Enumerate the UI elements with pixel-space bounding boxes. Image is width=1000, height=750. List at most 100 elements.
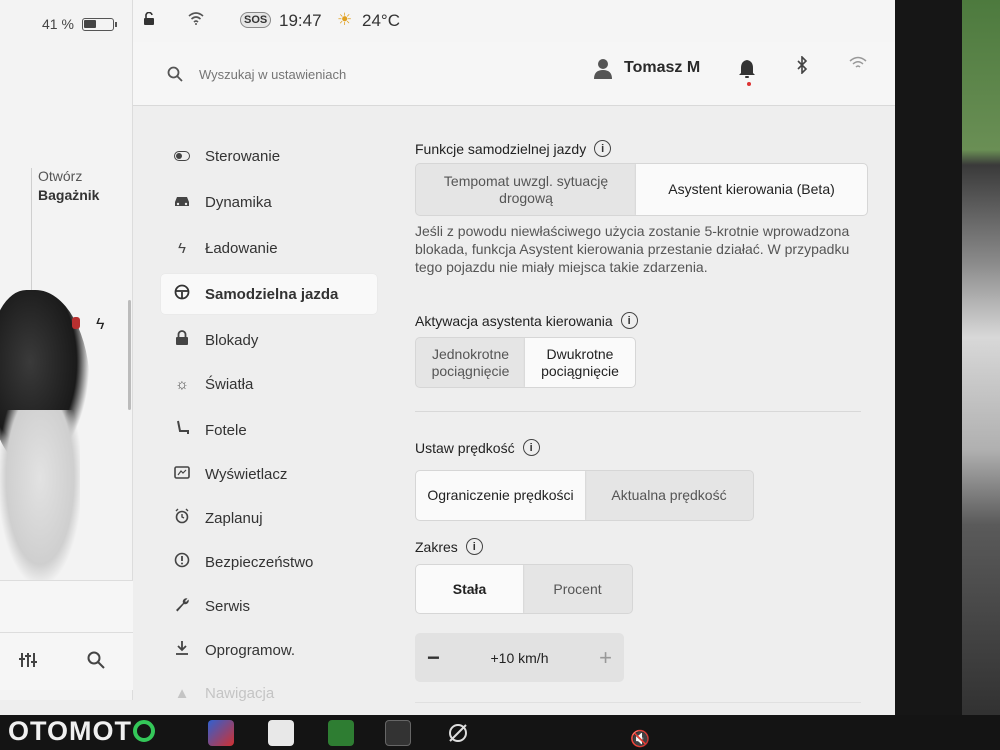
taskbar-energy-app-icon[interactable] <box>328 720 354 746</box>
outside-temperature: 24°C <box>362 11 400 30</box>
battery-percent: 41 % <box>42 16 74 32</box>
taskbar-calendar-app-icon[interactable] <box>268 720 294 746</box>
controls-sliders-icon[interactable] <box>18 651 38 674</box>
nav-item-nawigacja[interactable]: ▲ Nawigacja <box>161 673 377 713</box>
nav-item-label: Fotele <box>205 421 247 439</box>
taskbar-media-app-icon[interactable] <box>445 720 471 746</box>
nav-item-serwis[interactable]: Serwis <box>161 586 377 626</box>
activation-option-single[interactable]: Jednokrotne pociągnięcie <box>416 338 525 387</box>
light-icon: ☼ <box>175 375 189 393</box>
touchscreen: 41 % Otwórz Bagażnik ϟ SOS 19:47 ☀ 24°C <box>0 0 918 716</box>
info-icon[interactable]: i <box>594 140 612 157</box>
nav-item-label: Sterowanie <box>205 147 281 165</box>
otomoto-watermark-logo: OTOMOT <box>8 716 156 747</box>
activation-option-double[interactable]: Dwukrotne pociągnięcie <box>525 338 635 387</box>
range-selector: Stała Procent <box>415 564 633 614</box>
steering-assist-warning: Jeśli z powodu niewłaściwego użycia zost… <box>415 223 850 275</box>
steering-wheel-icon <box>173 284 191 304</box>
bluetooth-icon[interactable] <box>796 55 808 79</box>
speed-option-limit[interactable]: Ograniczenie prędkości <box>416 471 585 520</box>
charge-port-indicator <box>72 317 80 329</box>
nav-item-dynamika[interactable]: Dynamika <box>161 182 377 222</box>
alert-icon <box>173 552 191 572</box>
nav-item-bezpieczenstwo[interactable]: Bezpieczeństwo <box>161 542 377 582</box>
autopilot-settings: Funkcje samodzielnej jazdy i Tempomat uw… <box>383 106 918 716</box>
speed-option-current[interactable]: Aktualna prędkość <box>585 471 753 520</box>
background-window <box>962 0 1000 750</box>
notification-dot <box>747 82 751 86</box>
battery-status: 41 % <box>42 16 117 32</box>
notification-bell-icon[interactable] <box>738 58 756 80</box>
taskbar-navigation-app-icon[interactable] <box>208 720 234 746</box>
car-image-lower <box>0 410 80 580</box>
info-icon[interactable]: i <box>620 312 638 329</box>
wifi-icon[interactable] <box>849 56 867 73</box>
nav-item-label: Zaplanuj <box>205 509 263 527</box>
feature-option-tempomat[interactable]: Tempomat uwzgl. sytuację drogową <box>416 164 636 215</box>
taskbar-bluetooth-app-icon[interactable] <box>385 720 411 746</box>
section-title-text: Aktywacja asystenta kierowania <box>415 312 613 329</box>
nav-item-ladowanie[interactable]: ϟ Ładowanie <box>161 228 377 268</box>
nav-item-sterowanie[interactable]: Sterowanie <box>161 136 377 176</box>
bolt-icon: ϟ <box>178 239 186 257</box>
nav-item-swiatla[interactable]: ☼ Światła <box>161 364 377 404</box>
unlocked-icon[interactable] <box>143 12 157 26</box>
battery-icon <box>81 17 117 31</box>
section-title-activation: Aktywacja asystenta kierowania i <box>415 312 638 329</box>
wrench-icon <box>173 596 191 616</box>
range-option-percent[interactable]: Procent <box>523 565 632 613</box>
nav-item-label: Oprogramow. <box>205 641 296 659</box>
nav-item-label: Wyświetlacz <box>205 465 288 483</box>
alarm-clock-icon <box>173 508 191 528</box>
trunk-label: Bagażnik <box>38 187 100 203</box>
section-title-range: Zakres i <box>415 538 483 555</box>
info-icon[interactable]: i <box>522 439 540 456</box>
seat-icon <box>173 420 191 440</box>
speed-offset-value: +10 km/h <box>490 649 549 666</box>
trunk-action-label: Otwórz <box>38 168 83 184</box>
nav-item-samodzielna-jazda[interactable]: Samodzielna jazda <box>161 274 377 314</box>
car-panel-scrollbar[interactable] <box>128 300 131 410</box>
activation-selector: Jednokrotne pociągnięcie Dwukrotne pocią… <box>415 337 636 388</box>
search-icon[interactable] <box>87 651 105 674</box>
feature-option-asystent[interactable]: Asystent kierowania (Beta) <box>636 164 867 215</box>
nav-item-label: Bezpieczeństwo <box>205 553 314 571</box>
display-icon <box>173 465 191 483</box>
section-title-features: Funkcje samodzielnej jazdy i <box>415 140 612 157</box>
section-title-speed: Ustaw prędkość i <box>415 439 540 456</box>
feature-selector: Tempomat uwzgl. sytuację drogową Asysten… <box>415 163 868 216</box>
decrease-button[interactable]: − <box>427 645 440 671</box>
speed-selector: Ograniczenie prędkości Aktualna prędkość <box>415 470 754 521</box>
lock-icon <box>173 330 191 350</box>
nav-item-oprogramowanie[interactable]: Oprogramow. <box>161 630 377 670</box>
sos-button[interactable]: SOS <box>240 12 272 28</box>
open-trunk-button[interactable]: Otwórz Bagażnik <box>38 167 99 205</box>
nav-item-label: Ładowanie <box>205 239 278 257</box>
range-option-fixed[interactable]: Stała <box>416 565 524 613</box>
user-name[interactable]: Tomasz M <box>624 59 700 77</box>
charging-bolt-icon: ϟ <box>96 316 105 333</box>
nav-item-label: Samodzielna jazda <box>205 285 339 303</box>
volume-muted-icon[interactable]: 🔇 <box>630 729 650 749</box>
nav-item-wyswietlacz[interactable]: Wyświetlacz <box>161 454 377 494</box>
download-icon <box>173 640 191 660</box>
clock: 19:47 <box>279 11 322 30</box>
section-title-text: Funkcje samodzielnej jazdy <box>415 140 587 157</box>
nav-item-label: Blokady <box>205 331 259 349</box>
settings-header: Tomasz M <box>133 42 918 106</box>
car-bottom-divider <box>0 632 133 633</box>
info-icon[interactable]: i <box>465 538 483 555</box>
settings-search-input[interactable] <box>199 62 449 86</box>
nav-item-blokady[interactable]: Blokady <box>161 320 377 360</box>
nav-item-label: Dynamika <box>205 193 272 211</box>
settings-nav: Sterowanie Dynamika ϟ Ładowanie Samodzie… <box>133 106 383 706</box>
section-title-text: Zakres <box>415 538 458 555</box>
nav-item-fotele[interactable]: Fotele <box>161 410 377 450</box>
navigation-icon: ▲ <box>174 684 190 702</box>
car-panel: 41 % Otwórz Bagażnik ϟ <box>0 0 133 700</box>
car-icon <box>173 194 191 211</box>
increase-button[interactable]: + <box>599 645 612 671</box>
section-divider <box>415 411 861 412</box>
user-profile-icon[interactable] <box>593 58 613 80</box>
nav-item-zaplanuj[interactable]: Zaplanuj <box>161 498 377 538</box>
